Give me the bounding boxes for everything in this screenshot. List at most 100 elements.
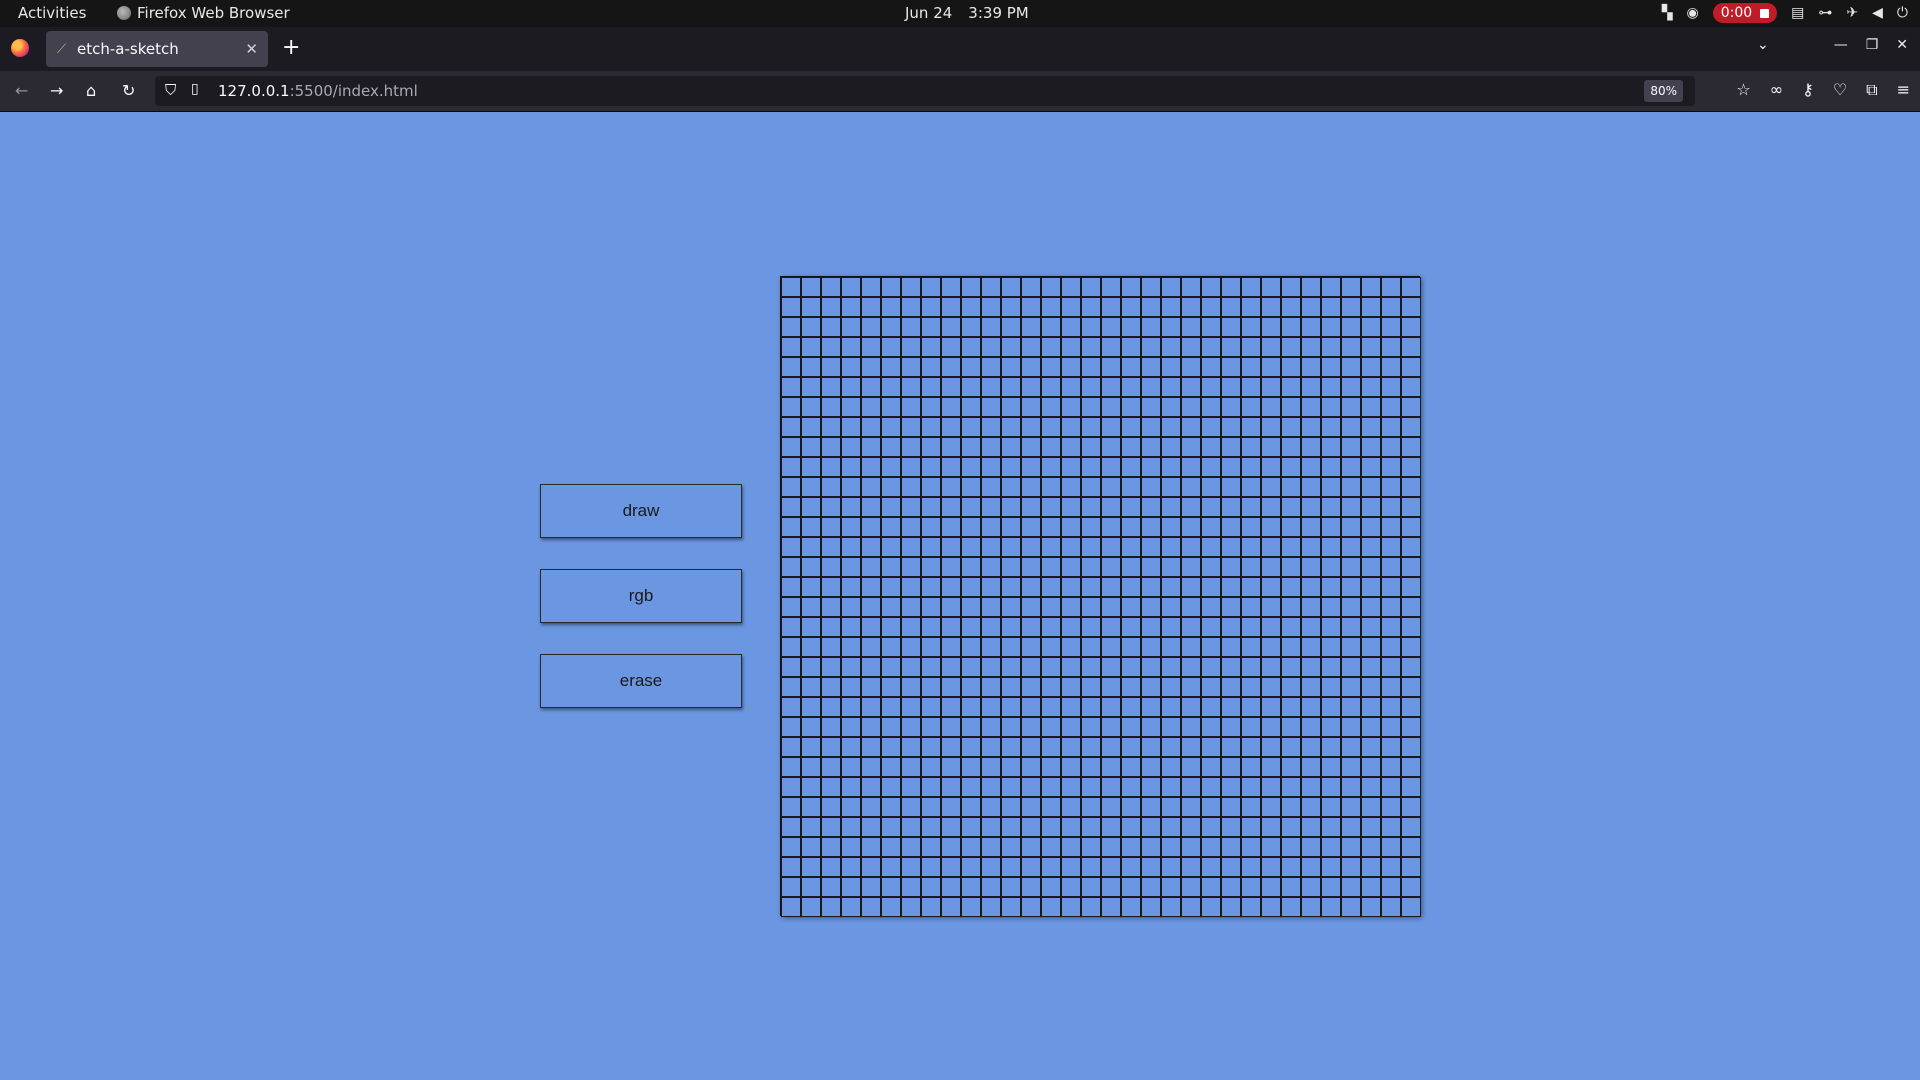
- grid-cell[interactable]: [981, 817, 1001, 837]
- grid-cell[interactable]: [781, 637, 801, 657]
- grid-cell[interactable]: [1001, 837, 1021, 857]
- grid-cell[interactable]: [981, 577, 1001, 597]
- grid-cell[interactable]: [1121, 797, 1141, 817]
- grid-cell[interactable]: [821, 857, 841, 877]
- grid-cell[interactable]: [1221, 777, 1241, 797]
- grid-cell[interactable]: [1201, 517, 1221, 537]
- sketch-grid[interactable]: [780, 276, 1421, 917]
- grid-cell[interactable]: [981, 657, 1001, 677]
- app-menu[interactable]: Firefox Web Browser: [117, 4, 290, 22]
- grid-cell[interactable]: [1301, 417, 1321, 437]
- grid-cell[interactable]: [1141, 677, 1161, 697]
- grid-cell[interactable]: [1381, 417, 1401, 437]
- grid-cell[interactable]: [921, 317, 941, 337]
- grid-cell[interactable]: [901, 817, 921, 837]
- grid-cell[interactable]: [901, 557, 921, 577]
- grid-cell[interactable]: [1141, 697, 1161, 717]
- grid-cell[interactable]: [941, 597, 961, 617]
- grid-cell[interactable]: [921, 897, 941, 917]
- list-all-tabs-icon[interactable]: ⌄: [1757, 37, 1769, 53]
- grid-cell[interactable]: [1181, 517, 1201, 537]
- grid-cell[interactable]: [961, 677, 981, 697]
- grid-cell[interactable]: [901, 337, 921, 357]
- grid-cell[interactable]: [1161, 317, 1181, 337]
- grid-cell[interactable]: [821, 877, 841, 897]
- grid-cell[interactable]: [1281, 877, 1301, 897]
- grid-cell[interactable]: [1381, 617, 1401, 637]
- grid-cell[interactable]: [1141, 557, 1161, 577]
- grid-cell[interactable]: [1261, 797, 1281, 817]
- grid-cell[interactable]: [841, 857, 861, 877]
- grid-cell[interactable]: [1321, 617, 1341, 637]
- grid-cell[interactable]: [1001, 697, 1021, 717]
- grid-cell[interactable]: [1241, 537, 1261, 557]
- grid-cell[interactable]: [1361, 757, 1381, 777]
- grid-cell[interactable]: [1001, 897, 1021, 917]
- grid-cell[interactable]: [821, 597, 841, 617]
- grid-cell[interactable]: [1121, 897, 1141, 917]
- grid-cell[interactable]: [1061, 677, 1081, 697]
- grid-cell[interactable]: [1261, 737, 1281, 757]
- grid-cell[interactable]: [881, 637, 901, 657]
- grid-cell[interactable]: [1001, 677, 1021, 697]
- grid-cell[interactable]: [841, 597, 861, 617]
- grid-cell[interactable]: [1341, 737, 1361, 757]
- grid-cell[interactable]: [1301, 837, 1321, 857]
- grid-cell[interactable]: [801, 757, 821, 777]
- grid-cell[interactable]: [1241, 717, 1261, 737]
- grid-cell[interactable]: [1321, 737, 1341, 757]
- grid-cell[interactable]: [901, 297, 921, 317]
- grid-cell[interactable]: [1061, 497, 1081, 517]
- grid-cell[interactable]: [1101, 637, 1121, 657]
- grid-cell[interactable]: [1201, 397, 1221, 417]
- grid-cell[interactable]: [1381, 797, 1401, 817]
- grid-cell[interactable]: [981, 477, 1001, 497]
- grid-cell[interactable]: [1261, 277, 1281, 297]
- grid-cell[interactable]: [1281, 677, 1301, 697]
- grid-cell[interactable]: [1301, 817, 1321, 837]
- grid-cell[interactable]: [1121, 457, 1141, 477]
- grid-cell[interactable]: [1241, 837, 1261, 857]
- grid-cell[interactable]: [1281, 497, 1301, 517]
- grid-cell[interactable]: [921, 357, 941, 377]
- grid-cell[interactable]: [921, 637, 941, 657]
- grid-cell[interactable]: [981, 437, 1001, 457]
- grid-cell[interactable]: [861, 797, 881, 817]
- close-window-icon[interactable]: ✕: [1896, 37, 1908, 53]
- grid-cell[interactable]: [1141, 777, 1161, 797]
- back-icon[interactable]: ←: [15, 81, 28, 101]
- grid-cell[interactable]: [1381, 757, 1401, 777]
- grid-cell[interactable]: [1021, 597, 1041, 617]
- grid-cell[interactable]: [881, 737, 901, 757]
- grid-cell[interactable]: [1041, 797, 1061, 817]
- grid-cell[interactable]: [1001, 757, 1021, 777]
- grid-cell[interactable]: [781, 397, 801, 417]
- grid-cell[interactable]: [921, 837, 941, 857]
- grid-cell[interactable]: [1301, 437, 1321, 457]
- grid-cell[interactable]: [901, 537, 921, 557]
- grid-cell[interactable]: [1381, 737, 1401, 757]
- grid-cell[interactable]: [961, 337, 981, 357]
- grid-cell[interactable]: [1001, 477, 1021, 497]
- grid-cell[interactable]: [1281, 377, 1301, 397]
- grid-cell[interactable]: [861, 377, 881, 397]
- grid-cell[interactable]: [1161, 797, 1181, 817]
- grid-cell[interactable]: [981, 597, 1001, 617]
- grid-cell[interactable]: [1021, 837, 1041, 857]
- grid-cell[interactable]: [1141, 857, 1161, 877]
- grid-cell[interactable]: [861, 717, 881, 737]
- grid-cell[interactable]: [1321, 797, 1341, 817]
- grid-cell[interactable]: [821, 677, 841, 697]
- grid-cell[interactable]: [1121, 677, 1141, 697]
- grid-cell[interactable]: [1401, 537, 1421, 557]
- grid-cell[interactable]: [1261, 897, 1281, 917]
- grid-cell[interactable]: [1361, 697, 1381, 717]
- grid-cell[interactable]: [1161, 457, 1181, 477]
- grid-cell[interactable]: [1221, 577, 1241, 597]
- grid-cell[interactable]: [1101, 717, 1121, 737]
- grid-cell[interactable]: [961, 777, 981, 797]
- grid-cell[interactable]: [1001, 717, 1021, 737]
- grid-cell[interactable]: [781, 877, 801, 897]
- grid-cell[interactable]: [1221, 557, 1241, 577]
- grid-cell[interactable]: [781, 557, 801, 577]
